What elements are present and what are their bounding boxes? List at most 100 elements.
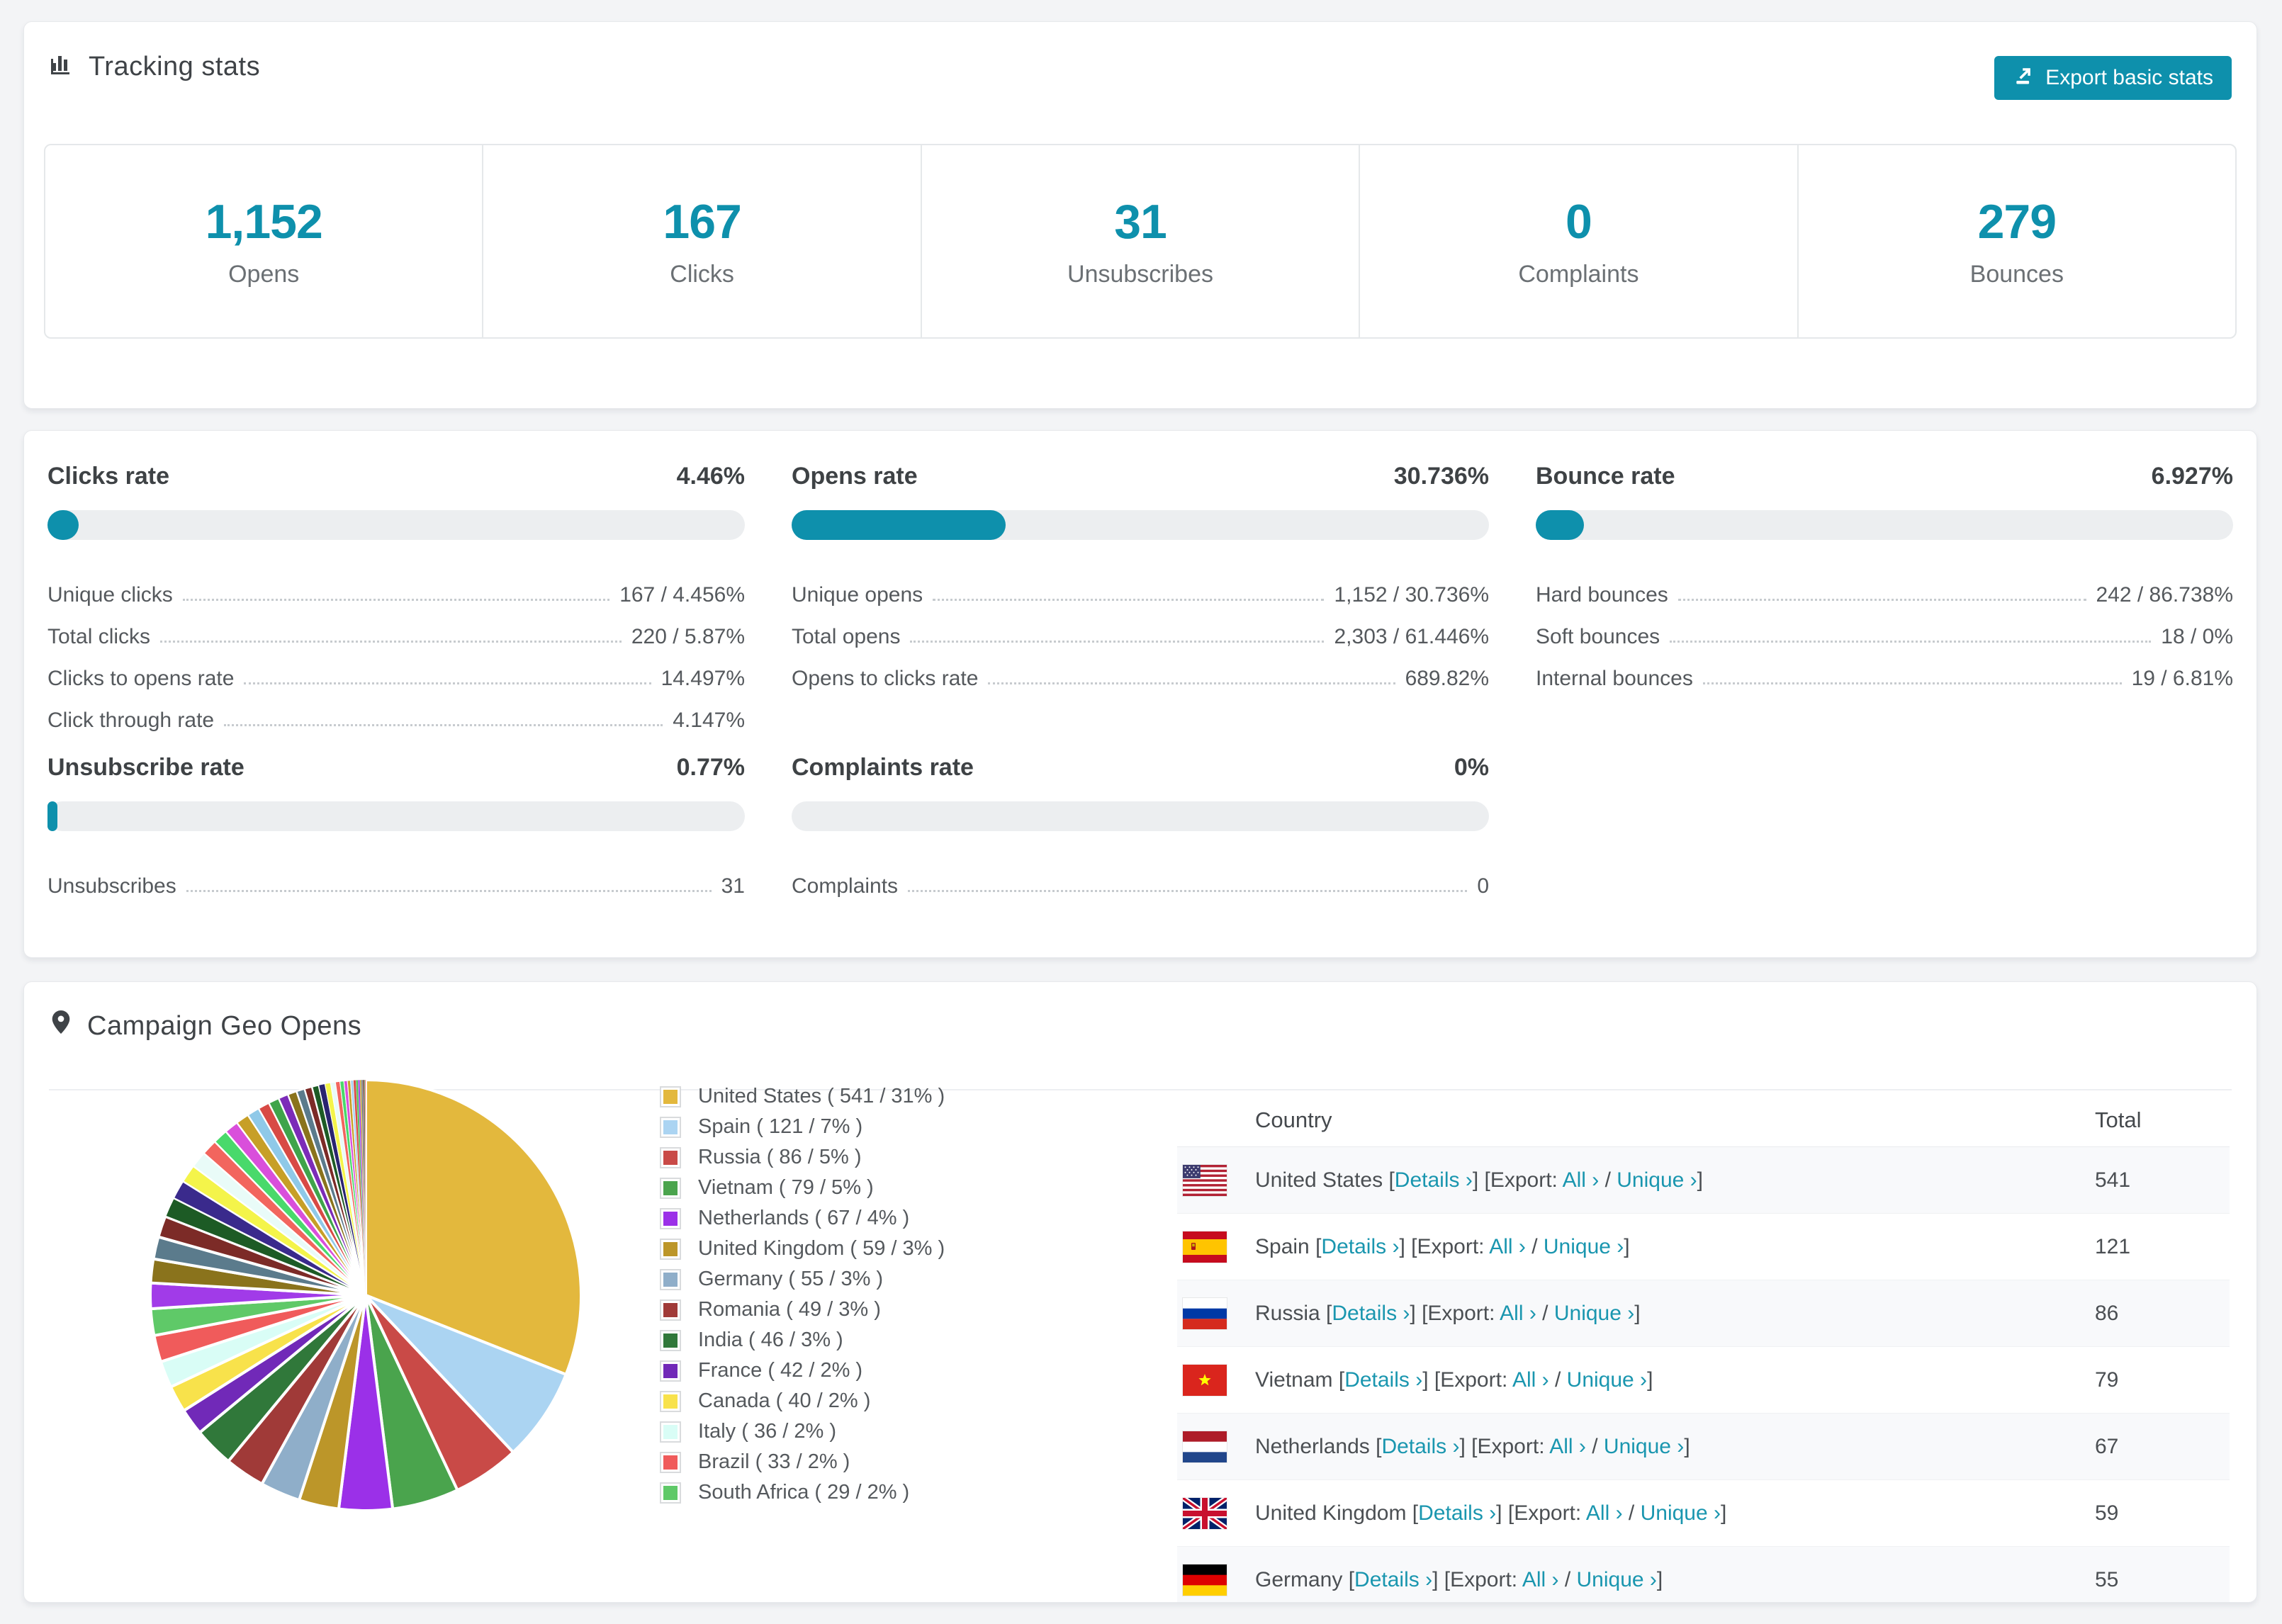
rate-panel-header: Clicks rate 4.46% (47, 463, 745, 490)
legend-swatch (660, 1482, 681, 1504)
legend-label: Romania ( 49 / 3% ) (698, 1298, 881, 1321)
metric-value: 689.82% (1405, 667, 1489, 690)
rate-panel-complaints-rate: Complaints rate 0% Complaints 0 (792, 754, 1489, 898)
export-all-link[interactable]: All › (1549, 1435, 1586, 1458)
rate-panel-opens-rate: Opens rate 30.736% Unique opens 1,152 / … (792, 463, 1489, 733)
dotted-leader (182, 599, 610, 601)
total-cell: 79 (2095, 1368, 2119, 1392)
legend-label: Italy ( 36 / 2% ) (698, 1420, 837, 1443)
stat-value: 31 (1114, 195, 1167, 249)
rate-title: Clicks rate (47, 463, 169, 490)
export-basic-stats-button[interactable]: Export basic stats (1994, 56, 2232, 100)
export-prefix: Export: (1450, 1567, 1518, 1591)
rate-progress-bar (1536, 510, 2233, 540)
details-link[interactable]: Details › (1381, 1435, 1459, 1458)
export-prefix: Export: (1417, 1234, 1485, 1258)
rate-metric-row: Total clicks 220 / 5.87% (47, 607, 745, 649)
total-cell: 59 (2095, 1501, 2119, 1525)
legend-label: India ( 46 / 3% ) (698, 1329, 843, 1351)
tracking-stats-title: Tracking stats (49, 50, 260, 83)
legend-label: Brazil ( 33 / 2% ) (698, 1450, 850, 1473)
rate-metric-row: Complaints 0 (792, 857, 1489, 898)
geo-country-table: Country Total United States [Details ›] … (1177, 1094, 2230, 1602)
details-link[interactable]: Details › (1332, 1302, 1410, 1325)
details-link[interactable]: Details › (1344, 1368, 1422, 1392)
metric-label: Soft bounces (1536, 625, 1660, 648)
legend-item-france: France ( 42 / 2% ) (660, 1355, 945, 1386)
rate-value: 6.927% (2151, 463, 2233, 490)
legend-item-romania: Romania ( 49 / 3% ) (660, 1295, 945, 1325)
export-all-link[interactable]: All › (1522, 1568, 1559, 1591)
dotted-leader (186, 890, 712, 892)
dotted-leader (988, 682, 1395, 684)
rate-metric-row: Click through rate 4.147% (47, 691, 745, 733)
metric-label: Unique clicks (47, 583, 173, 607)
country-cell: United States [Details ›] [Export: All ›… (1255, 1168, 1703, 1192)
rate-panel-header: Unsubscribe rate 0.77% (47, 754, 745, 782)
export-prefix: Export: (1477, 1434, 1545, 1458)
de-flag-icon (1183, 1564, 1227, 1596)
export-all-link[interactable]: All › (1512, 1368, 1549, 1392)
metric-value: 0 (1477, 874, 1489, 898)
export-unique-link[interactable]: Unique › (1617, 1168, 1697, 1192)
country-cell: Russia [Details ›] [Export: All › / Uniq… (1255, 1301, 1641, 1325)
legend-label: Russia ( 86 / 5% ) (698, 1146, 862, 1168)
export-all-link[interactable]: All › (1489, 1235, 1526, 1258)
rate-panel-bounce-rate: Bounce rate 6.927% Hard bounces 242 / 86… (1536, 463, 2233, 733)
geo-title: Campaign Geo Opens (49, 1009, 361, 1043)
details-link[interactable]: Details › (1418, 1501, 1496, 1525)
rate-value: 4.46% (676, 463, 745, 490)
export-unique-link[interactable]: Unique › (1641, 1501, 1721, 1525)
rate-metric-row: Unique opens 1,152 / 30.736% (792, 565, 1489, 607)
legend-item-russia: Russia ( 86 / 5% ) (660, 1142, 945, 1173)
export-all-link[interactable]: All › (1500, 1302, 1536, 1325)
total-cell: 121 (2095, 1234, 2131, 1258)
metric-label: Internal bounces (1536, 667, 1693, 690)
country-cell: Netherlands [Details ›] [Export: All › /… (1255, 1434, 1690, 1458)
legend-label: United States ( 541 / 31% ) (698, 1085, 945, 1107)
vn-flag-icon (1183, 1364, 1227, 1396)
legend-swatch (660, 1207, 681, 1229)
metric-label: Unique opens (792, 583, 923, 607)
metric-label: Click through rate (47, 709, 215, 732)
details-link[interactable]: Details › (1395, 1168, 1473, 1192)
rate-value: 30.736% (1393, 463, 1489, 490)
metric-value: 14.497% (661, 667, 745, 690)
metric-label: Total opens (792, 625, 901, 648)
us-flag-icon (1183, 1164, 1227, 1196)
legend-item-united-kingdom: United Kingdom ( 59 / 3% ) (660, 1234, 945, 1264)
geo-opens-pie-chart[interactable] (139, 1068, 592, 1522)
export-unique-link[interactable]: Unique › (1567, 1368, 1647, 1392)
stat-value: 167 (663, 195, 741, 249)
rate-metric-row: Unsubscribes 31 (47, 857, 745, 898)
rate-panel-header: Complaints rate 0% (792, 754, 1489, 782)
export-unique-link[interactable]: Unique › (1544, 1235, 1624, 1258)
details-link[interactable]: Details › (1354, 1568, 1432, 1591)
legend-item-india: India ( 46 / 3% ) (660, 1325, 945, 1355)
metric-value: 242 / 86.738% (2096, 583, 2234, 607)
dotted-leader (224, 724, 663, 726)
rate-metric-row: Internal bounces 19 / 6.81% (1536, 649, 2233, 691)
country-name: Vietnam (1255, 1368, 1333, 1392)
gb-flag-icon (1183, 1497, 1227, 1529)
rate-panel-unsubscribe-rate: Unsubscribe rate 0.77% Unsubscribes 31 (47, 754, 745, 898)
export-all-link[interactable]: All › (1563, 1168, 1600, 1192)
stat-value: 1,152 (205, 195, 323, 249)
dotted-leader (933, 599, 1325, 601)
rate-panel-clicks-rate: Clicks rate 4.46% Unique clicks 167 / 4.… (47, 463, 745, 733)
geo-table-row-united-states: United States [Details ›] [Export: All ›… (1177, 1147, 2230, 1214)
legend-label: France ( 42 / 2% ) (698, 1359, 863, 1382)
legend-item-south-africa: South Africa ( 29 / 2% ) (660, 1477, 945, 1508)
rate-progress-fill (47, 510, 79, 540)
metric-label: Opens to clicks rate (792, 667, 979, 690)
country-name: Netherlands (1255, 1434, 1370, 1458)
legend-item-spain: Spain ( 121 / 7% ) (660, 1112, 945, 1142)
export-unique-link[interactable]: Unique › (1604, 1435, 1684, 1458)
metric-label: Hard bounces (1536, 583, 1668, 607)
export-unique-link[interactable]: Unique › (1554, 1302, 1634, 1325)
details-link[interactable]: Details › (1321, 1235, 1399, 1258)
geo-table-row-germany: Germany [Details ›] [Export: All › / Uni… (1177, 1547, 2230, 1602)
export-prefix: Export: (1514, 1501, 1582, 1525)
export-all-link[interactable]: All › (1586, 1501, 1623, 1525)
export-unique-link[interactable]: Unique › (1577, 1568, 1657, 1591)
